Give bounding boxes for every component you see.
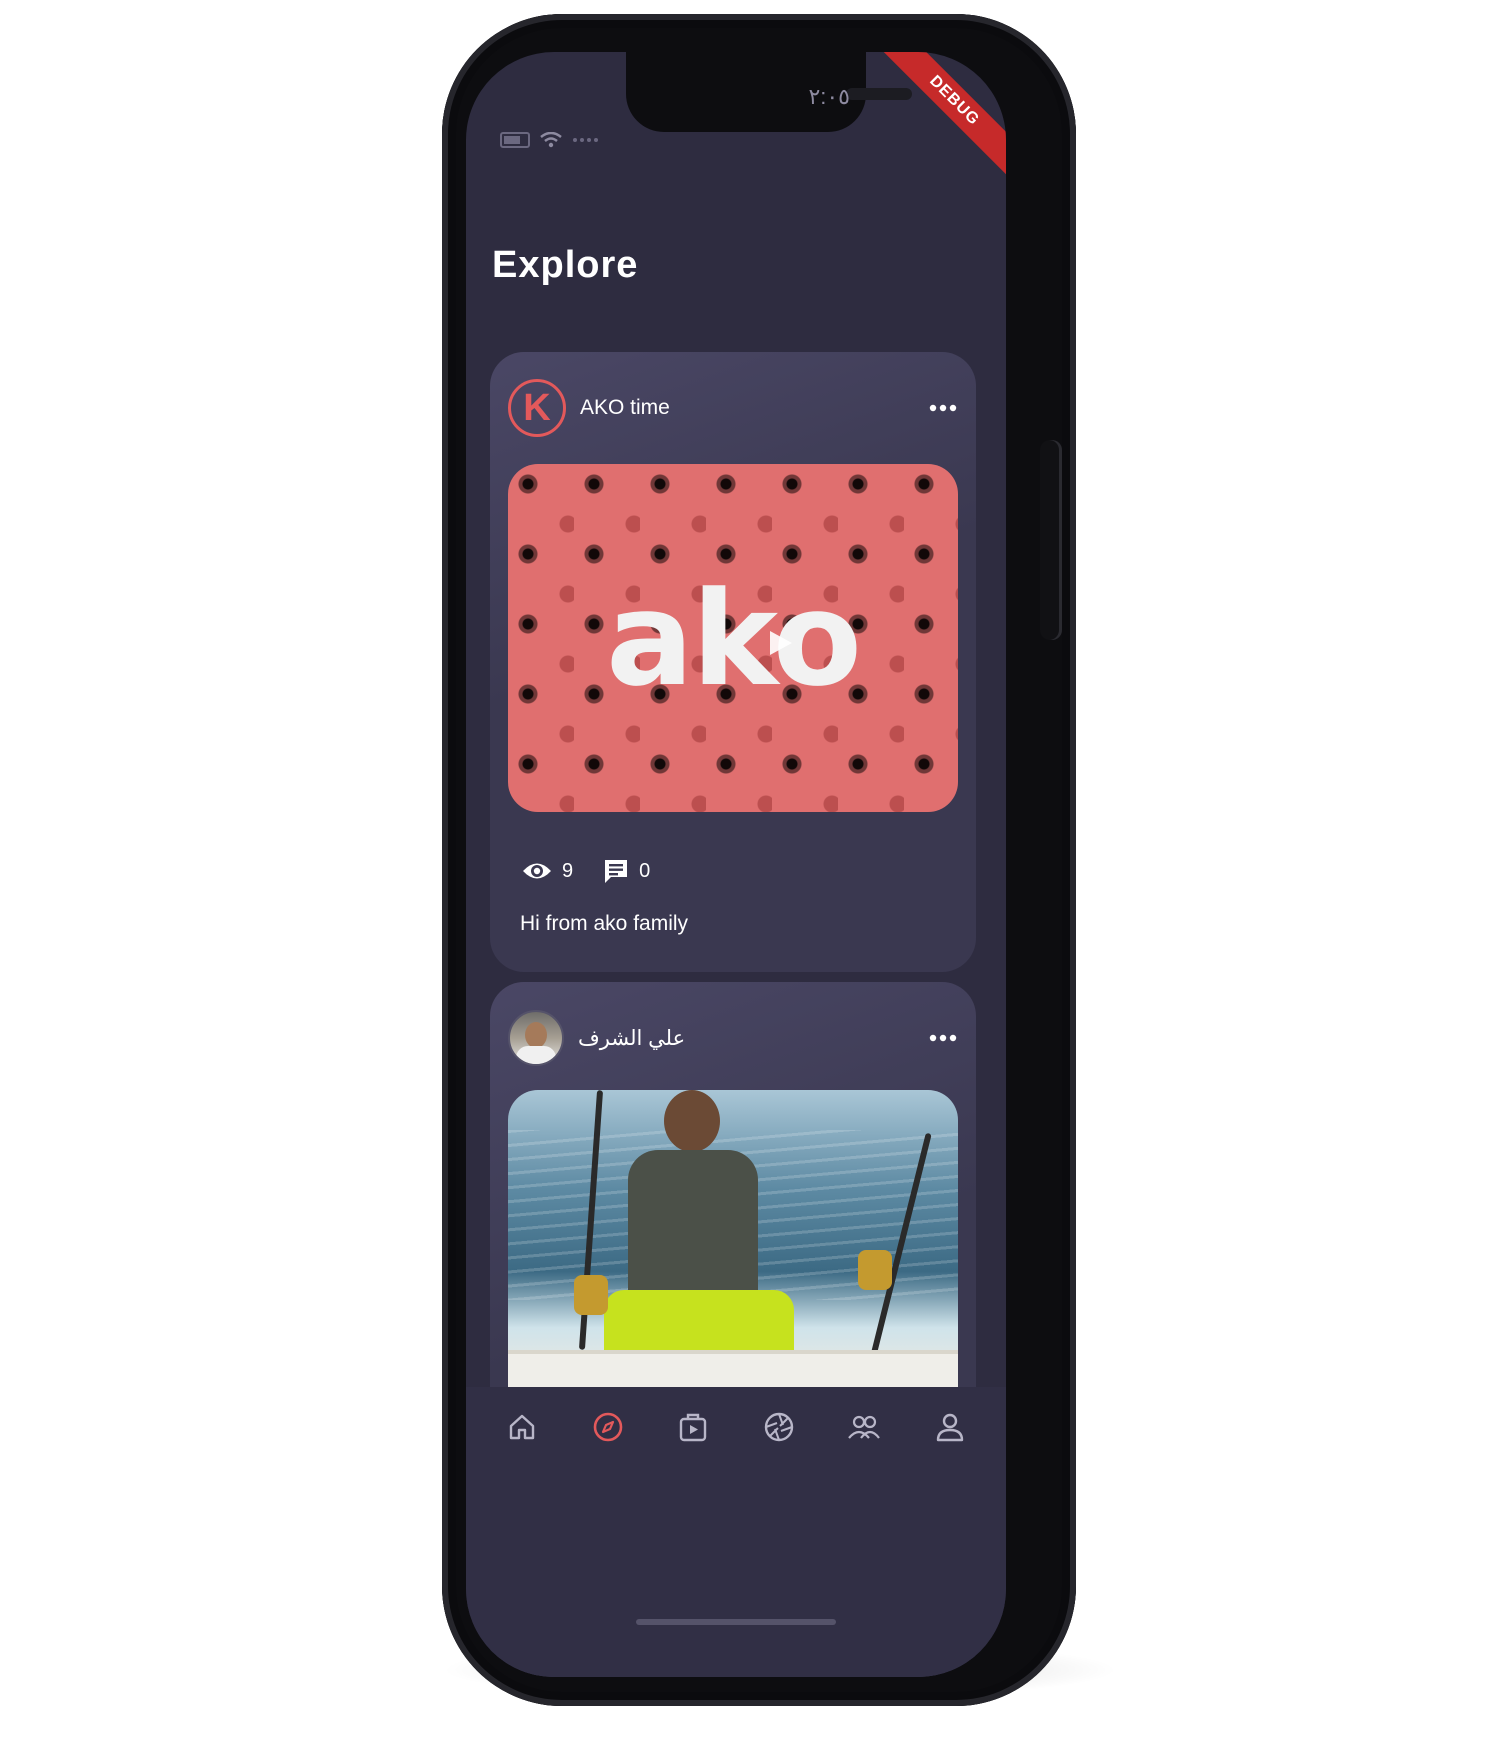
author-name[interactable]: علي الشرف <box>578 1026 685 1051</box>
avatar-body <box>516 1046 556 1064</box>
app-screen: ٢:٠٥ DEBUG Explore K AKO time ako 9 0 Hi… <box>466 52 1006 1677</box>
post-header: علي الشرف <box>508 1008 958 1068</box>
battery-icon <box>500 132 530 148</box>
comments-count: 0 <box>639 859 651 882</box>
compass-icon <box>593 1412 622 1442</box>
nav-explore[interactable] <box>586 1405 630 1449</box>
profile-icon <box>936 1413 964 1442</box>
play-icon[interactable] <box>762 626 796 660</box>
page-title: Explore <box>492 244 639 286</box>
post-media-photo[interactable] <box>508 1090 958 1420</box>
home-icon <box>509 1414 535 1440</box>
person-shirt <box>628 1150 758 1300</box>
camera-shutter-icon <box>764 1412 793 1442</box>
more-horizontal-icon[interactable] <box>928 1033 958 1043</box>
nav-home[interactable] <box>500 1405 544 1449</box>
wifi-icon <box>540 132 562 148</box>
speaker <box>846 88 912 100</box>
views-stat: 9 <box>522 860 573 883</box>
bottom-nav <box>466 1387 1006 1677</box>
views-count: 9 <box>562 859 574 882</box>
group-icon <box>848 1415 881 1439</box>
side-button <box>1040 440 1062 640</box>
status-icons <box>500 132 598 148</box>
more-horizontal-icon[interactable] <box>928 403 958 413</box>
post-stats: 9 0 <box>522 858 650 884</box>
avatar-letter: K <box>523 386 551 429</box>
nav-profile[interactable] <box>928 1405 972 1449</box>
author-avatar[interactable]: K <box>508 379 566 437</box>
eye-icon <box>523 863 551 879</box>
signal-dots-icon <box>573 138 598 142</box>
nav-camera[interactable] <box>757 1405 801 1449</box>
avatar-face <box>525 1022 547 1048</box>
post-caption: Hi from ako family <box>520 912 689 935</box>
post-card[interactable]: K AKO time ako 9 0 Hi from ako family <box>490 352 976 972</box>
author-avatar[interactable] <box>508 1010 564 1066</box>
post-media-video[interactable]: ako <box>508 464 958 812</box>
author-name[interactable]: AKO time <box>580 396 928 420</box>
person-head <box>664 1090 720 1152</box>
post-header: K AKO time <box>508 378 958 438</box>
home-indicator[interactable] <box>636 1619 836 1625</box>
fishing-reel <box>574 1275 608 1315</box>
ako-logo: ako <box>606 563 862 715</box>
comment-icon <box>605 860 628 883</box>
status-time: ٢:٠٥ <box>808 84 850 109</box>
nav-videos[interactable] <box>671 1405 715 1449</box>
video-bag-icon <box>679 1413 707 1442</box>
nav-groups[interactable] <box>842 1405 886 1449</box>
bottom-nav-row <box>500 1405 972 1449</box>
comments-stat[interactable]: 0 <box>603 858 650 884</box>
fishing-reel <box>858 1250 892 1290</box>
